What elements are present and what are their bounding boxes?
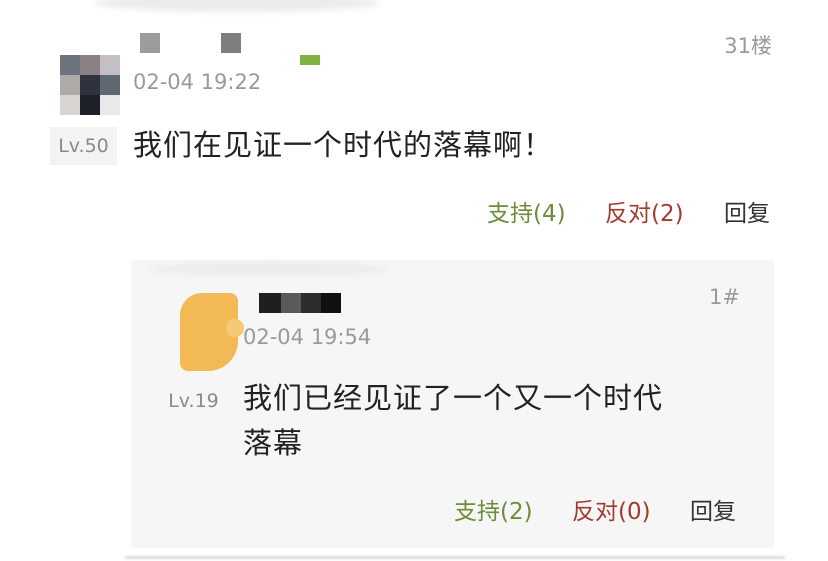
comment-time: 02-04 19:22: [133, 70, 262, 94]
blurred-divider: [150, 262, 390, 276]
reply-content-line-1: 我们已经见证了一个又一个时代: [243, 381, 664, 415]
reply-user-avatar[interactable]: [180, 293, 244, 371]
floor-number: 31楼: [724, 34, 772, 58]
reply-support-button[interactable]: 支持(2): [454, 492, 533, 526]
oppose-button[interactable]: 反对(2): [605, 194, 684, 228]
reply-oppose-button[interactable]: 反对(0): [572, 492, 651, 526]
support-button[interactable]: 支持(4): [487, 194, 566, 228]
reply-reply-button[interactable]: 回复: [690, 492, 736, 526]
reply-user-level-badge: Lv.19: [160, 382, 227, 420]
reply-time: 02-04 19:54: [243, 325, 372, 349]
user-level-badge: Lv.50: [50, 127, 117, 165]
comment-floor-31: 31楼 02-04 19:22 Lv.50 我们在见证一个时代的落幕啊！ 支持(…: [0, 0, 828, 240]
comment-content: 我们在见证一个时代的落幕啊！: [133, 128, 554, 162]
reply-button[interactable]: 回复: [724, 194, 770, 228]
user-avatar[interactable]: [60, 55, 120, 115]
bottom-divider: [125, 556, 785, 559]
reply-content-line-2: 落幕: [243, 426, 304, 460]
reply-floor-number: 1#: [709, 285, 740, 309]
